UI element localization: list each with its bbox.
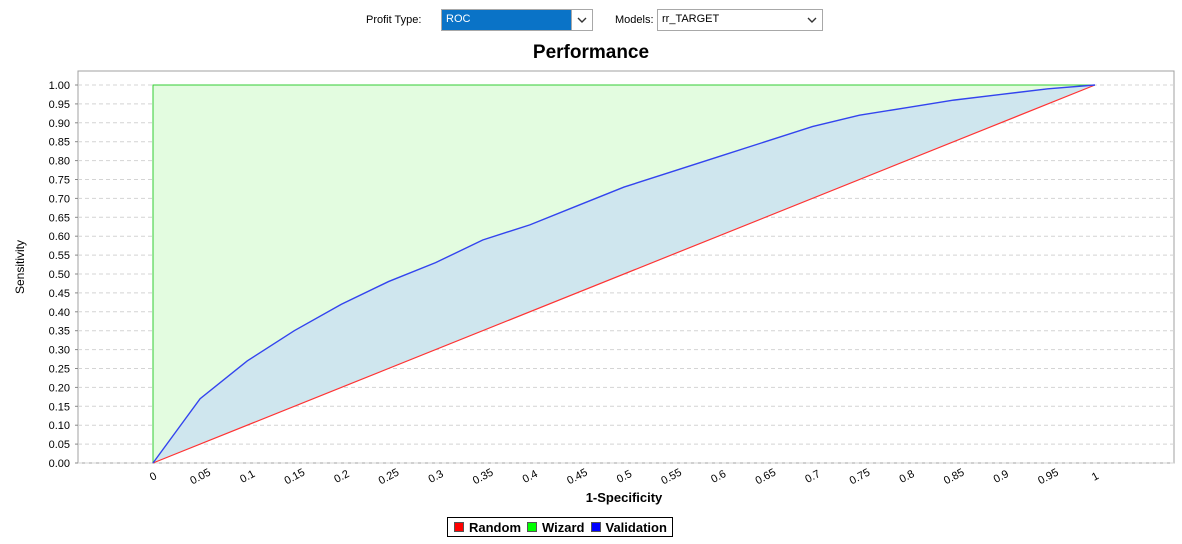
legend-swatch-wizard [527,522,537,532]
legend-item-random: Random [454,520,521,535]
y-tick-label: 0.80 [49,156,70,168]
x-tick-label: 0.05 [188,467,213,488]
x-tick-label: 0.3 [426,468,445,486]
x-tick-label: 0.85 [942,467,967,488]
y-tick-label: 0.00 [49,458,70,470]
roc-chart: 0.000.050.100.150.200.250.300.350.400.45… [13,70,1175,505]
x-tick-label: 1 [1090,470,1101,483]
y-tick-label: 0.40 [49,307,70,319]
x-tick-label: 0.4 [521,468,540,486]
x-tick-label: 0 [148,470,159,483]
x-tick-label: 0.1 [238,468,257,486]
y-tick-label: 0.10 [49,420,70,432]
y-tick-label: 0.95 [49,99,70,111]
legend-label-random: Random [469,519,521,535]
y-tick-label: 0.05 [49,439,70,451]
y-tick-label: 0.55 [49,250,70,262]
legend-swatch-validation [590,522,601,532]
y-tick-label: 0.30 [49,345,70,357]
x-tick-label: 0.7 [803,468,822,486]
y-tick-label: 0.45 [49,288,70,300]
legend-label-wizard: Wizard [542,519,585,535]
y-tick-label: 0.20 [49,382,70,394]
x-tick-label: 0.35 [471,467,496,488]
legend-label-validation: Validation [605,519,667,535]
x-tick-label: 0.25 [377,467,402,488]
x-tick-label: 0.8 [897,468,916,486]
chart-legend: Random Wizard Validation [447,517,673,537]
y-tick-label: 0.35 [49,326,70,338]
x-tick-label: 0.6 [709,468,728,486]
y-tick-label: 0.50 [49,269,70,281]
x-tick-label: 0.15 [282,467,307,488]
legend-item-validation: Validation [590,519,667,535]
legend-swatch-random [454,522,464,532]
x-axis-label: 1-Specificity [586,490,663,505]
legend-item-wizard: Wizard [527,520,585,535]
x-tick-label: 0.65 [753,467,778,488]
y-tick-label: 0.60 [49,231,70,243]
y-tick-label: 0.65 [49,212,70,224]
x-tick-label: 0.55 [659,467,684,488]
x-tick-label: 0.95 [1036,467,1061,488]
y-axis-label: Sensitivity [13,240,27,294]
y-tick-label: 1.00 [49,80,70,92]
y-tick-label: 0.85 [49,137,70,149]
x-tick-label: 0.5 [615,468,634,486]
x-tick-label: 0.75 [848,467,873,488]
x-tick-label: 0.45 [565,467,590,488]
y-tick-label: 0.90 [49,118,70,130]
y-tick-label: 0.15 [49,401,70,413]
y-tick-label: 0.70 [49,193,70,205]
y-tick-label: 0.75 [49,175,70,187]
y-tick-label: 0.25 [49,364,70,376]
x-tick-label: 0.2 [332,468,351,486]
x-tick-label: 0.9 [992,468,1011,486]
